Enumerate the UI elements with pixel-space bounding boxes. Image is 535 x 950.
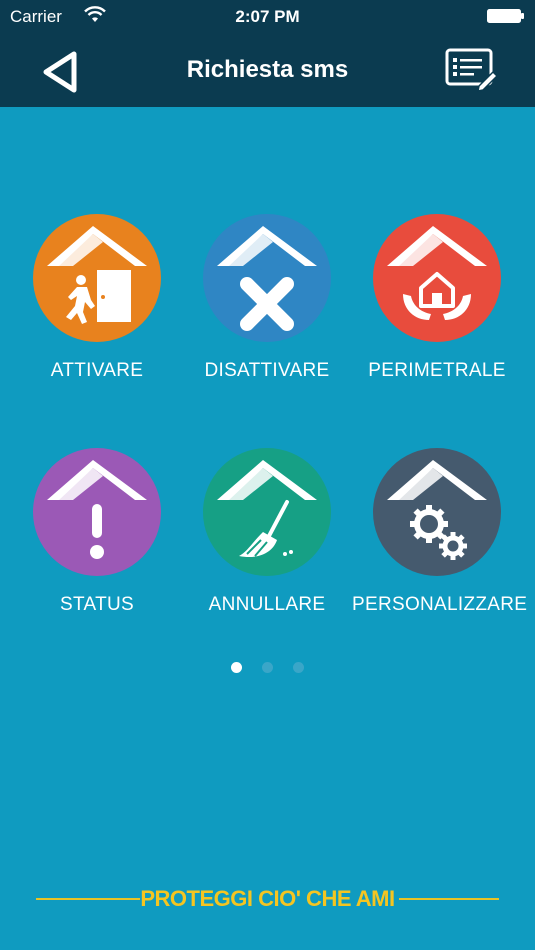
personalizzare-label: PERSONALIZZARE	[352, 594, 528, 615]
attivare-label: ATTIVARE	[50, 360, 144, 381]
annullare-label: ANNULLARE	[208, 594, 326, 615]
attivare-button[interactable]: ATTIVARE	[12, 214, 182, 414]
page-dot-1[interactable]	[230, 662, 242, 673]
page-dot-3[interactable]	[293, 662, 305, 673]
attivare-circle	[33, 214, 161, 342]
annullare-button[interactable]: ANNULLARE	[182, 448, 352, 648]
exit-door-icon	[47, 226, 147, 324]
gears-icon	[387, 460, 487, 560]
status-circle	[33, 448, 161, 576]
footer: PROTEGGI CIO' CHE AMI	[36, 886, 499, 916]
disattivare-label: DISATTIVARE	[204, 360, 330, 381]
footer-line-right	[399, 898, 499, 900]
status-label: STATUS	[60, 594, 134, 615]
disattivare-circle	[203, 214, 331, 342]
perimetrale-button[interactable]: PERIMETRALE	[352, 214, 522, 414]
broom-icon	[217, 460, 317, 558]
personalizzare-button[interactable]: PERSONALIZZARE	[352, 448, 528, 648]
disattivare-button[interactable]: DISATTIVARE	[182, 214, 352, 414]
perimetrale-circle	[373, 214, 501, 342]
page-indicator[interactable]	[0, 660, 535, 678]
page-dot-2[interactable]	[262, 662, 273, 673]
status-button[interactable]: STATUS	[12, 448, 182, 648]
exclamation-icon	[47, 460, 147, 559]
annullare-circle	[203, 448, 331, 576]
house-hands-icon	[387, 226, 487, 320]
action-grid: ATTIVARE DISATTIVARE PERIMETRALE STATUS …	[0, 0, 535, 950]
personalizzare-circle	[373, 448, 501, 576]
x-cross-icon	[217, 226, 317, 331]
perimetrale-label: PERIMETRALE	[368, 360, 506, 381]
